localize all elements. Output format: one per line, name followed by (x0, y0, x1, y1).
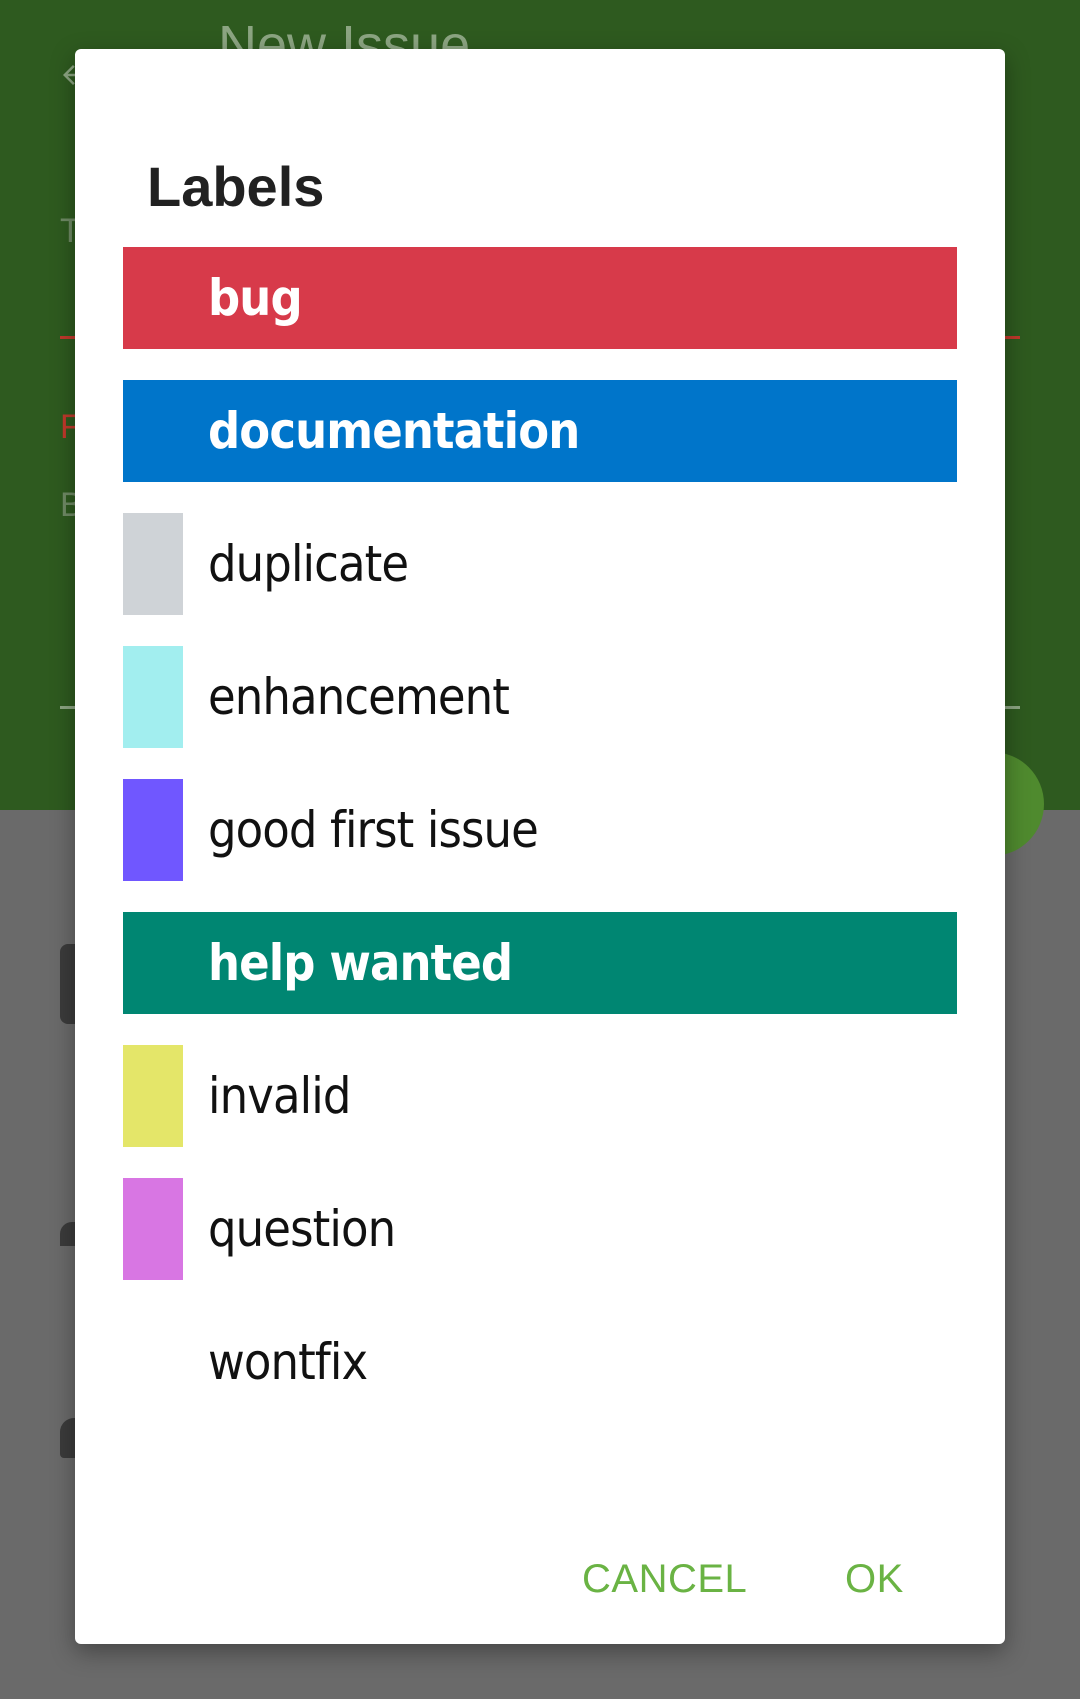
label-color-swatch (123, 1045, 183, 1147)
labels-list: bug documentation duplicate enhancement good… (123, 247, 957, 1444)
label-option-documentation[interactable]: documentation (123, 380, 957, 482)
label-option-help-wanted[interactable]: help wanted (123, 912, 957, 1014)
label-option-enhancement[interactable]: enhancement (123, 646, 957, 748)
label-option-bug[interactable]: bug (123, 247, 957, 349)
label-color-swatch (123, 779, 183, 881)
dialog-title: Labels (147, 155, 325, 218)
label-option-question[interactable]: question (123, 1178, 957, 1280)
label-option-duplicate[interactable]: duplicate (123, 513, 957, 615)
label-color-swatch (123, 513, 183, 615)
labels-dialog: Labels bug documentation duplicate enhancem… (75, 49, 1005, 1644)
label-name: invalid (208, 1067, 351, 1125)
label-name: question (208, 1200, 396, 1258)
label-name: help wanted (208, 934, 513, 992)
label-color-swatch (123, 1311, 183, 1413)
label-name: documentation (208, 402, 580, 460)
label-name: enhancement (208, 668, 510, 726)
cancel-button[interactable]: CANCEL (570, 1534, 759, 1624)
label-color-swatch (123, 646, 183, 748)
label-color-swatch (123, 1178, 183, 1280)
ok-button[interactable]: OK (833, 1534, 916, 1624)
label-option-good-first-issue[interactable]: good first issue (123, 779, 957, 881)
label-name: bug (208, 269, 303, 327)
label-option-invalid[interactable]: invalid (123, 1045, 957, 1147)
dialog-actions: CANCEL OK (75, 1534, 1005, 1644)
label-name: wontfix (208, 1333, 368, 1391)
label-option-wontfix[interactable]: wontfix (123, 1311, 957, 1413)
label-name: duplicate (208, 535, 409, 593)
label-name: good first issue (208, 801, 539, 859)
